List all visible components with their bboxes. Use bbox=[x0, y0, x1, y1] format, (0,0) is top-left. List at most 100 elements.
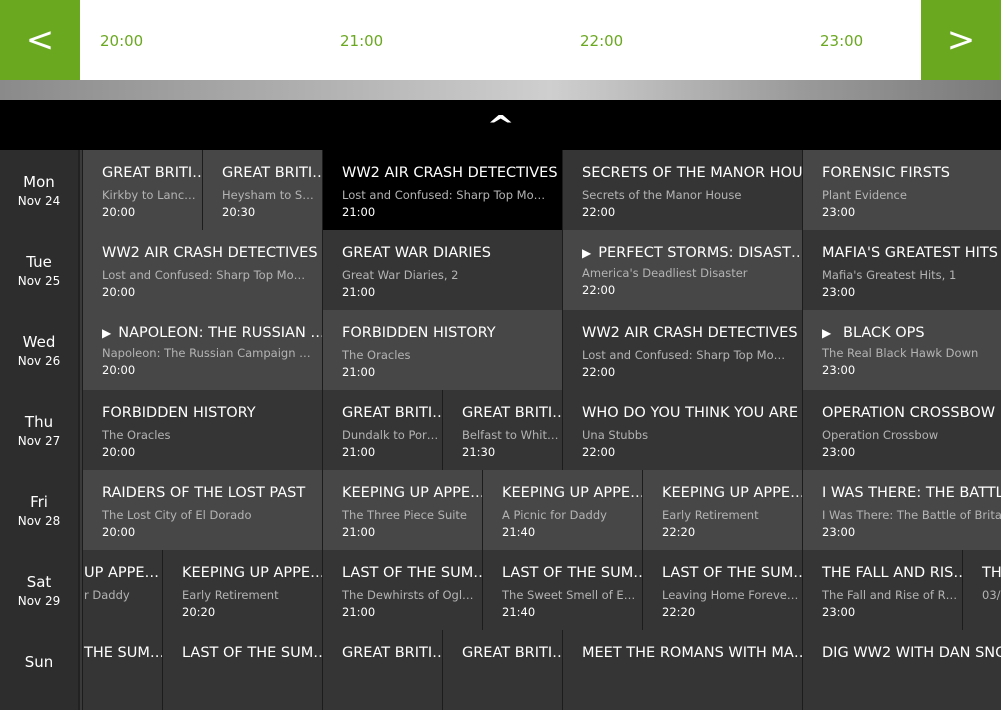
program-episode: The Oracles bbox=[342, 348, 411, 362]
program-cell[interactable]: ▶ BLACK OPS The Real Black Hawk Down 23:00 bbox=[802, 310, 1001, 390]
program-start-time bbox=[582, 685, 802, 699]
program-cell[interactable]: UP APPE… r Daddy bbox=[82, 550, 162, 630]
program-cell[interactable]: LAST OF THE SUM… The Dewhirsts of Ogl… 21:… bbox=[322, 550, 482, 630]
program-cell[interactable]: MAFIA'S GREATEST HITS Mafia's Greatest Hi… bbox=[802, 230, 1001, 310]
program-title: FORBIDDEN HISTORY bbox=[102, 404, 322, 422]
program-cell[interactable]: THE FALL AND RIS… The Fall and Rise of R…… bbox=[802, 550, 962, 630]
program-cell[interactable]: GREAT BRITI… Heysham to S… 20:30 bbox=[202, 150, 322, 230]
program-start-time: 21:40 bbox=[502, 605, 536, 619]
program-cell[interactable]: LAST OF THE SUM… The Sweet Smell of E… 21:… bbox=[482, 550, 642, 630]
program-start-time: 21:00 bbox=[342, 605, 376, 619]
program-cell[interactable]: KEEPING UP APPE… Early Retirement 22:20 bbox=[642, 470, 802, 550]
schedule-row: ▶ NAPOLEON: THE RUSSIAN … Napoleon: The Ru… bbox=[0, 310, 1001, 390]
day-label: Fri Nov 28 bbox=[0, 470, 80, 550]
previous-time-button[interactable]: < bbox=[0, 0, 80, 80]
program-cell[interactable]: RAIDERS OF THE LOST PAST The Lost City of… bbox=[82, 470, 322, 550]
program-cell[interactable]: GREAT WAR DIARIES Great War Diaries, 2 21:… bbox=[322, 230, 562, 310]
program-cell[interactable]: KEEPING UP APPE… The Three Piece Suite 21:… bbox=[322, 470, 482, 550]
program-cell[interactable]: I WAS THERE: THE BATTLE O I Was There: Th… bbox=[802, 470, 1001, 550]
program-episode: Great War Diaries, 2 bbox=[342, 268, 459, 282]
program-cell[interactable]: KEEPING UP APPE… A Picnic for Daddy 21:40 bbox=[482, 470, 642, 550]
next-time-button[interactable]: > bbox=[921, 0, 1001, 80]
program-cell[interactable]: WW2 AIR CRASH DETECTIVES Lost and Confuse… bbox=[562, 310, 802, 390]
program-episode: Mafia's Greatest Hits, 1 bbox=[822, 268, 957, 282]
program-cell[interactable]: WHO DO YOU THINK YOU ARE Una Stubbs 22:00 bbox=[562, 390, 802, 470]
program-episode: Una Stubbs bbox=[582, 428, 649, 442]
program-cell[interactable]: LAST OF THE SUM… Leaving Home Foreve… 22:2… bbox=[642, 550, 802, 630]
program-start-time: 22:20 bbox=[662, 525, 696, 539]
program-title-text: I WAS THERE: THE BATTLE O bbox=[822, 485, 1001, 501]
program-cell[interactable]: GREAT BRITI… Dundalk to Por… 21:00 bbox=[322, 390, 442, 470]
program-episode bbox=[822, 668, 1001, 682]
program-title-text: THE FALL AND RIS… bbox=[822, 565, 962, 581]
program-title-text: LAST OF THE SUM… bbox=[502, 565, 642, 581]
program-cell[interactable]: GREAT BRITI… Belfast to Whit… 21:30 bbox=[442, 390, 562, 470]
program-title-text: WW2 AIR CRASH DETECTIVES bbox=[102, 245, 318, 261]
program-title: GREAT BRITI… bbox=[102, 164, 202, 182]
day-label: Wed Nov 26 bbox=[0, 310, 80, 390]
program-title-text: GREAT WAR DIARIES bbox=[342, 245, 491, 261]
program-episode: Early Retirement bbox=[662, 508, 759, 522]
program-episode: Lost and Confused: Sharp Top Mo… bbox=[582, 348, 786, 362]
program-title: ▶ NAPOLEON: THE RUSSIAN … bbox=[102, 324, 322, 342]
program-title-text: LAST OF THE SUM… bbox=[342, 565, 482, 581]
day-date: Nov 29 bbox=[17, 594, 61, 608]
program-title: LAST OF THE SUM… bbox=[182, 644, 322, 662]
program-episode: 03/ bbox=[982, 588, 1001, 602]
day-name: Sat bbox=[26, 573, 52, 591]
day-date: Nov 27 bbox=[17, 434, 61, 448]
program-cell[interactable]: FORBIDDEN HISTORY The Oracles 21:00 bbox=[322, 310, 562, 390]
program-cell[interactable]: THE SUM… bbox=[82, 630, 162, 710]
program-title-text: THE SUM… bbox=[84, 645, 162, 661]
program-episode: Kirkby to Lanc… bbox=[102, 188, 196, 202]
program-title: RAIDERS OF THE LOST PAST bbox=[102, 484, 322, 502]
play-icon: ▶ bbox=[102, 326, 112, 340]
program-title: MAFIA'S GREATEST HITS bbox=[822, 244, 1001, 262]
day-name: Mon bbox=[23, 173, 55, 191]
collapse-guide-button[interactable]: ^ bbox=[0, 100, 1001, 150]
program-title-text: GREAT BRITI… bbox=[462, 645, 562, 661]
program-cell[interactable]: GREAT BRITI… bbox=[442, 630, 562, 710]
program-cell[interactable]: LAST OF THE SUM… bbox=[162, 630, 322, 710]
program-start-time: 23:00 bbox=[822, 445, 856, 459]
program-title-text: LAST OF THE SUM… bbox=[182, 645, 322, 661]
program-title-text: LAST OF THE SUM… bbox=[662, 565, 802, 581]
time-slot-label: 22:00 bbox=[580, 32, 624, 50]
program-cell[interactable]: WW2 AIR CRASH DETECTIVES Lost and Confuse… bbox=[322, 150, 562, 230]
program-cell[interactable]: WW2 AIR CRASH DETECTIVES Lost and Confuse… bbox=[82, 230, 322, 310]
day-name: Sun bbox=[24, 653, 54, 671]
program-cell[interactable]: FORENSIC FIRSTS Plant Evidence 23:00 bbox=[802, 150, 1001, 230]
day-date: Nov 25 bbox=[17, 274, 61, 288]
program-start-time: 22:00 bbox=[582, 365, 616, 379]
program-title: FORBIDDEN HISTORY bbox=[342, 324, 562, 342]
schedule-row: GREAT BRITI… Kirkby to Lanc… 20:00 GREAT BR… bbox=[0, 150, 1001, 230]
program-start-time: 21:30 bbox=[462, 445, 496, 459]
program-cell[interactable]: FORBIDDEN HISTORY The Oracles 20:00 bbox=[82, 390, 322, 470]
program-start-time: 20:30 bbox=[222, 205, 256, 219]
program-cell[interactable]: MEET THE ROMANS WITH MA… bbox=[562, 630, 802, 710]
program-title-text: GREAT BRITI… bbox=[462, 405, 562, 421]
program-title: KEEPING UP APPE… bbox=[502, 484, 642, 502]
program-title: WW2 AIR CRASH DETECTIVES bbox=[102, 244, 322, 262]
program-title: GREAT WAR DIARIES bbox=[342, 244, 562, 262]
program-cell[interactable]: GREAT BRITI… Kirkby to Lanc… 20:00 bbox=[82, 150, 202, 230]
program-start-time: 22:00 bbox=[582, 205, 616, 219]
time-slot-label: 23:00 bbox=[820, 32, 864, 50]
program-cell[interactable]: ▶ PERFECT STORMS: DISAST… America's Deadli… bbox=[562, 230, 802, 310]
program-start-time bbox=[822, 685, 1001, 699]
program-cell[interactable]: THE 03/ bbox=[962, 550, 1001, 630]
program-start-time: 23:00 bbox=[822, 605, 856, 619]
program-title: GREAT BRITI… bbox=[462, 404, 562, 422]
program-start-time: 20:20 bbox=[182, 605, 216, 619]
hero-image-strip bbox=[0, 80, 1001, 100]
program-start-time: 23:00 bbox=[822, 363, 856, 377]
program-cell[interactable]: KEEPING UP APPE… Early Retirement 20:20 bbox=[162, 550, 322, 630]
program-cell[interactable]: OPERATION CROSSBOW Operation Crossbow 23:0… bbox=[802, 390, 1001, 470]
day-label: Sun bbox=[0, 630, 80, 710]
program-title: MEET THE ROMANS WITH MA… bbox=[582, 644, 802, 662]
program-cell[interactable]: SECRETS OF THE MANOR HOU… Secrets of the … bbox=[562, 150, 802, 230]
program-cell[interactable]: ▶ NAPOLEON: THE RUSSIAN … Napoleon: The Ru… bbox=[82, 310, 322, 390]
program-cell[interactable]: DIG WW2 WITH DAN SNOW bbox=[802, 630, 1001, 710]
schedule-row: RAIDERS OF THE LOST PAST The Lost City of… bbox=[0, 470, 1001, 550]
program-cell[interactable]: GREAT BRITI… bbox=[322, 630, 442, 710]
